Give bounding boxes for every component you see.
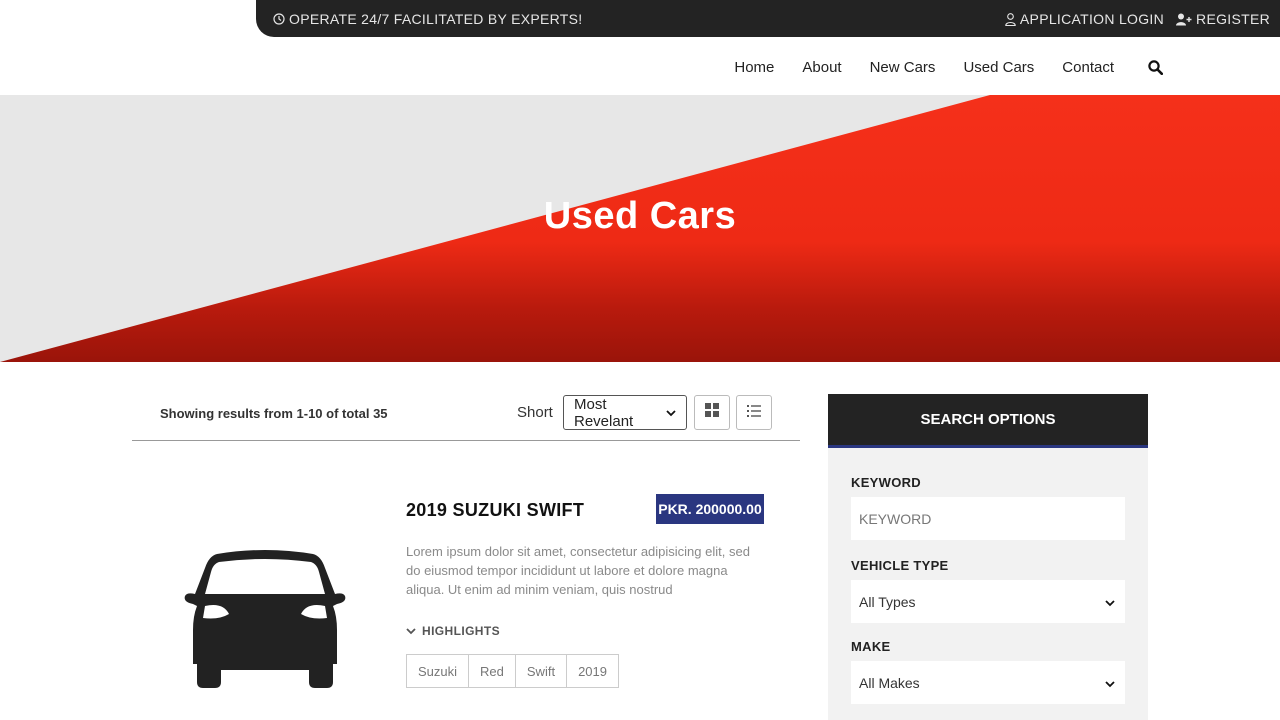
application-login-label: APPLICATION LOGIN bbox=[1019, 11, 1165, 27]
chevron-down-icon bbox=[406, 624, 416, 638]
sort-select-value: Most Revelant bbox=[574, 395, 634, 430]
tag-make: Suzuki bbox=[407, 655, 470, 687]
chevron-down-icon bbox=[1105, 594, 1115, 610]
make-select[interactable]: All Makes bbox=[851, 661, 1125, 704]
make-label: MAKE bbox=[851, 639, 891, 654]
tagline: OPERATE 24/7 FACILITATED BY EXPERTS! bbox=[273, 11, 583, 27]
tag-year: 2019 bbox=[578, 663, 607, 679]
vehicle-type-label: VEHICLE TYPE bbox=[851, 558, 949, 573]
price-badge: PKR. 200000.00 bbox=[656, 494, 764, 524]
top-bar: OPERATE 24/7 FACILITATED BY EXPERTS! APP… bbox=[256, 0, 1280, 37]
nav-new-cars[interactable]: New Cars bbox=[870, 59, 936, 76]
highlights-label: HIGHLIGHTS bbox=[422, 624, 500, 638]
car-thumbnail[interactable] bbox=[183, 546, 347, 693]
chevron-down-icon bbox=[666, 404, 676, 421]
list-icon bbox=[747, 404, 761, 422]
nav-home[interactable]: Home bbox=[734, 59, 774, 76]
main-nav: Home About New Cars Used Cars Contact bbox=[734, 59, 1163, 76]
tag-color: Red bbox=[469, 655, 516, 687]
results-count: Showing results from 1-10 of total 35 bbox=[160, 406, 388, 421]
clock-icon bbox=[273, 13, 285, 25]
page-title: Used Cars bbox=[543, 195, 737, 237]
grid-view-button[interactable] bbox=[694, 395, 730, 430]
keyword-label: KEYWORD bbox=[851, 475, 921, 490]
highlights-toggle[interactable]: HIGHLIGHTS bbox=[406, 624, 500, 638]
nav-contact[interactable]: Contact bbox=[1062, 59, 1114, 76]
tag-model: Swift bbox=[516, 655, 568, 687]
vehicle-type-value: All Types bbox=[859, 593, 916, 610]
nav-about[interactable]: About bbox=[802, 59, 841, 76]
listing-description: Lorem ipsum dolor sit amet, consectetur … bbox=[406, 544, 750, 597]
search-icon[interactable] bbox=[1148, 60, 1163, 75]
vehicle-type-select[interactable]: All Types bbox=[851, 580, 1125, 623]
car-icon bbox=[184, 550, 346, 688]
register-label: REGISTER bbox=[1196, 11, 1270, 27]
listing-title[interactable]: 2019 SUZUKI SWIFT bbox=[406, 500, 584, 521]
application-login-link[interactable]: APPLICATION LOGIN bbox=[1005, 11, 1164, 27]
nav-used-cars[interactable]: Used Cars bbox=[963, 59, 1034, 76]
chevron-down-icon bbox=[1105, 675, 1115, 691]
toolbar-divider bbox=[132, 440, 800, 441]
register-link[interactable]: REGISTER bbox=[1176, 11, 1270, 27]
keyword-input[interactable] bbox=[851, 497, 1125, 540]
sort-label: Short bbox=[517, 404, 553, 421]
search-options-header: SEARCH OPTIONS bbox=[828, 394, 1148, 448]
grid-icon bbox=[705, 403, 719, 422]
site-header: Home About New Cars Used Cars Contact bbox=[0, 37, 1280, 95]
tagline-text: OPERATE 24/7 FACILITATED BY EXPERTS! bbox=[289, 11, 583, 27]
list-view-button[interactable] bbox=[736, 395, 772, 430]
user-plus-icon bbox=[1176, 13, 1192, 26]
user-icon bbox=[1005, 12, 1016, 26]
highlight-tags: Suzuki Red Swift 2019 bbox=[406, 654, 619, 688]
sort-select[interactable]: Most Revelant bbox=[563, 395, 687, 430]
hero-banner: Used Cars bbox=[0, 95, 1280, 362]
make-value: All Makes bbox=[859, 674, 920, 691]
